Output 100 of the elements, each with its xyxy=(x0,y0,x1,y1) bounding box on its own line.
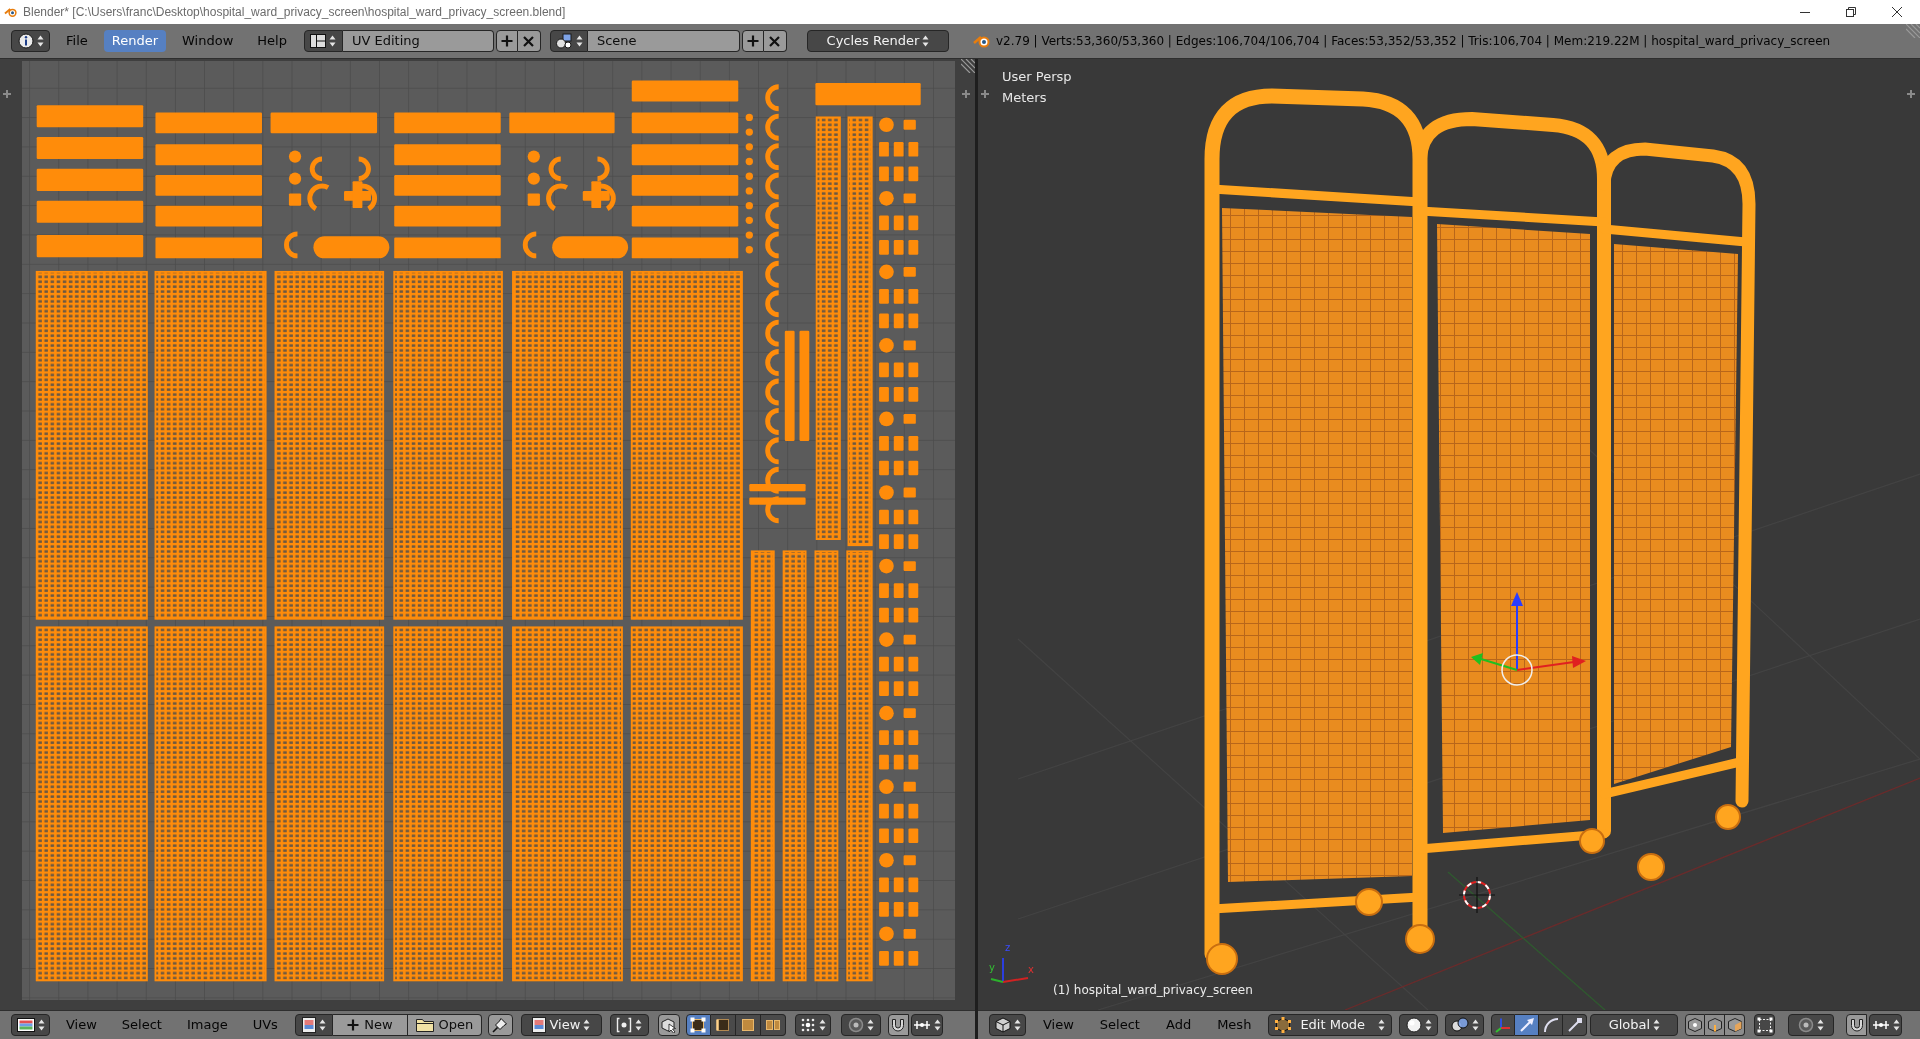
menu-item[interactable]: View xyxy=(58,1014,105,1036)
up-down-caret-icon xyxy=(1817,1019,1825,1031)
new-image-button[interactable]: New xyxy=(332,1014,408,1036)
manipulator-button[interactable] xyxy=(1539,1014,1564,1036)
menu-item[interactable]: Image xyxy=(178,1014,236,1036)
pin-button[interactable] xyxy=(487,1014,513,1036)
cube-icon xyxy=(994,1017,1011,1033)
pivot-dropdown[interactable] xyxy=(609,1014,649,1036)
up-down-caret-icon xyxy=(1892,1019,1900,1031)
menu-item[interactable]: Select xyxy=(1091,1014,1148,1036)
restore-icon xyxy=(1846,7,1856,17)
logo-icon xyxy=(972,33,991,49)
up-down-caret-icon xyxy=(329,35,337,47)
menu-item[interactable]: Window xyxy=(174,30,242,52)
render-engine-label: Cycles Render xyxy=(826,32,920,51)
orientation-label: Global xyxy=(1608,1016,1651,1035)
menu-item[interactable]: UVs xyxy=(244,1014,286,1036)
scene-field[interactable]: Scene xyxy=(587,30,740,52)
proportional-edit-dropdown[interactable] xyxy=(840,1014,881,1036)
up-down-caret-icon xyxy=(1013,1019,1021,1031)
two-rectangles-icon xyxy=(764,1017,781,1033)
pivot-dropdown[interactable] xyxy=(1445,1014,1485,1036)
picture-icon xyxy=(532,1017,547,1033)
shading-dropdown[interactable] xyxy=(1399,1014,1439,1036)
plus-icon[interactable] xyxy=(981,90,989,98)
circle-icon xyxy=(1798,1017,1815,1033)
proportional-edit-dropdown[interactable] xyxy=(1788,1014,1835,1036)
panes-icon xyxy=(310,34,327,48)
screen-layout-field[interactable]: UV Editing xyxy=(342,30,494,52)
magnet-icon xyxy=(1848,1017,1865,1033)
view-name-label: User Persp xyxy=(1002,69,1072,85)
magnet-icon xyxy=(890,1017,907,1033)
manipulator-button[interactable] xyxy=(1515,1014,1540,1036)
cube-edge-icon xyxy=(1706,1017,1723,1033)
snap-target-dropdown[interactable] xyxy=(1869,1014,1903,1036)
up-down-caret-icon xyxy=(866,1019,874,1031)
plus-icon[interactable] xyxy=(3,90,11,98)
up-down-caret-icon xyxy=(818,1019,826,1031)
orientation-dropdown[interactable]: Global xyxy=(1590,1014,1679,1036)
axis-label: y xyxy=(989,963,995,973)
up-down-caret-icon xyxy=(37,1019,45,1031)
menu-item[interactable]: Select xyxy=(113,1014,170,1036)
menu-item[interactable]: View xyxy=(1035,1014,1082,1036)
square-corners-icon xyxy=(690,1017,707,1033)
corner-grip-icon[interactable] xyxy=(961,59,975,73)
dashed-square-icon xyxy=(1756,1017,1773,1033)
up-down-caret-icon xyxy=(1378,1019,1386,1031)
view-dropdown[interactable]: View xyxy=(520,1014,602,1036)
sticky-mode-dropdown[interactable] xyxy=(794,1014,831,1036)
window-title: Blender* [C:\Users\franc\Desktop\hospital_ward_privacy_screen\hospital_ward_privacy_screen.blend] xyxy=(23,4,566,21)
editor-type-button[interactable] xyxy=(11,1014,50,1036)
manipulator-button[interactable] xyxy=(1563,1014,1588,1036)
corner-grip-icon[interactable] xyxy=(1906,24,1920,38)
delete-button[interactable] xyxy=(763,30,787,52)
up-down-caret-icon xyxy=(1424,1019,1432,1031)
render-engine-dropdown[interactable]: Cycles Render xyxy=(806,30,949,52)
add-button[interactable] xyxy=(495,30,518,52)
browse-button[interactable] xyxy=(303,30,343,52)
open-image-button[interactable]: Open xyxy=(407,1014,482,1036)
edge-select-button[interactable] xyxy=(1705,1014,1726,1036)
plus-icon xyxy=(746,35,759,47)
logo-icon xyxy=(4,6,18,18)
axis-gizmo-icon xyxy=(990,957,1029,983)
select-mode-button[interactable] xyxy=(735,1014,761,1036)
menu-item[interactable]: Add xyxy=(1157,1014,1200,1036)
menu-item[interactable]: Render xyxy=(103,30,167,52)
mode-label: Edit Mode xyxy=(1299,1016,1367,1035)
axis-label: z xyxy=(1005,943,1011,953)
editor-type-button[interactable] xyxy=(989,1014,1026,1036)
pin-icon xyxy=(492,1017,509,1033)
overlapping-circles-icon xyxy=(1450,1017,1469,1033)
add-button[interactable] xyxy=(741,30,764,52)
uv-sync-button[interactable] xyxy=(657,1014,680,1036)
cube-cursor-icon xyxy=(660,1017,677,1033)
select-mode-button[interactable] xyxy=(685,1014,711,1036)
up-down-caret-icon xyxy=(575,35,583,47)
menu-item[interactable]: Mesh xyxy=(1209,1014,1260,1036)
view-dropdown-label: View xyxy=(549,1016,581,1035)
select-mode-button[interactable] xyxy=(710,1014,736,1036)
vertex-select-button[interactable] xyxy=(1685,1014,1706,1036)
occlude-button[interactable] xyxy=(1754,1014,1776,1036)
cube-vertices-icon xyxy=(1275,1017,1292,1033)
snap-button[interactable] xyxy=(1846,1014,1868,1036)
menu-item[interactable]: Help xyxy=(249,30,295,52)
snap-button[interactable] xyxy=(887,1014,909,1036)
plus-icon xyxy=(347,1019,360,1031)
plus-icon[interactable] xyxy=(1907,90,1915,98)
sphere-icon xyxy=(1405,1017,1422,1033)
browse-image-button[interactable] xyxy=(294,1014,333,1036)
select-mode-button[interactable] xyxy=(760,1014,786,1036)
menu-item[interactable]: File xyxy=(58,30,96,52)
plus-icon[interactable] xyxy=(962,90,970,98)
face-select-button[interactable] xyxy=(1725,1014,1746,1036)
editor-type-button[interactable] xyxy=(11,30,50,52)
object-name-label: (1) hospital_ward_privacy_screen xyxy=(1053,983,1253,998)
square-edge-icon xyxy=(714,1017,731,1033)
snap-target-dropdown[interactable] xyxy=(910,1014,943,1036)
mode-dropdown[interactable]: Edit Mode xyxy=(1268,1014,1393,1036)
delete-button[interactable] xyxy=(517,30,541,52)
browse-button[interactable] xyxy=(549,30,588,52)
